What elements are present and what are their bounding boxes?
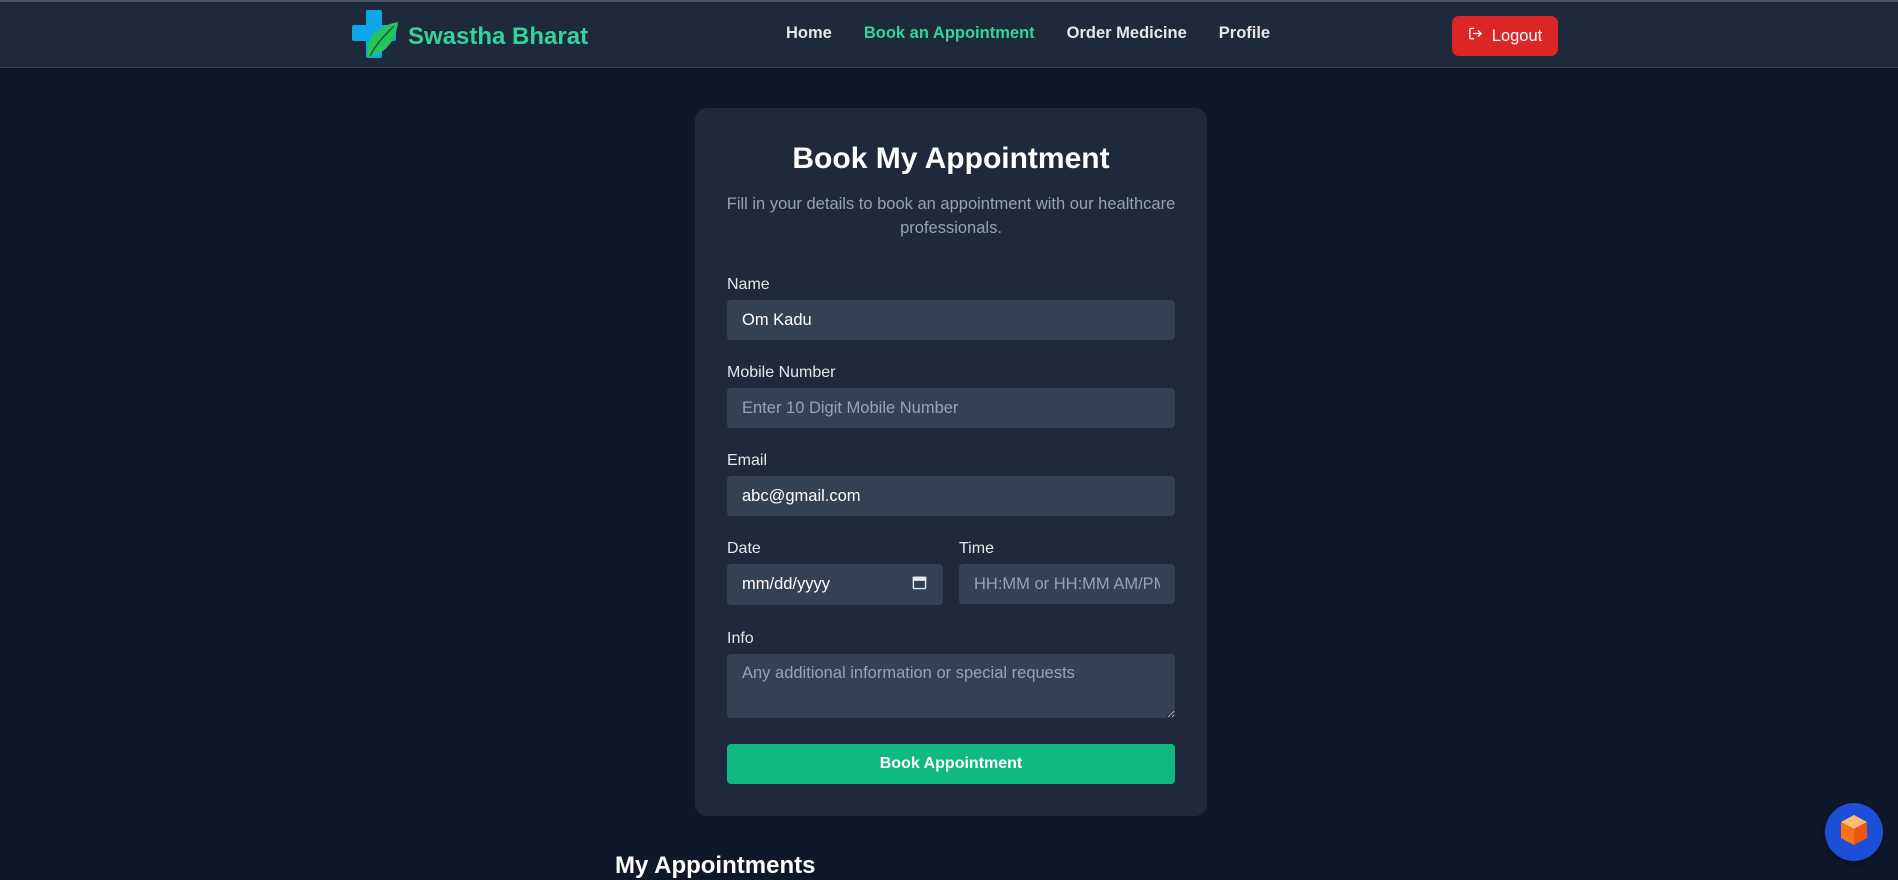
brand-name: Swastha Bharat [408,23,589,50]
form-title: Book My Appointment [792,142,1110,175]
nav-link-order-medicine[interactable]: Order Medicine [1067,24,1187,43]
logout-button[interactable]: Logout [1452,16,1558,56]
assistant-button[interactable] [1825,803,1883,861]
mobile-input[interactable] [727,388,1175,428]
name-input[interactable] [727,300,1175,340]
name-label: Name [727,276,770,293]
nav-link-home[interactable]: Home [786,24,832,43]
book-appointment-button[interactable]: Book Appointment [727,744,1175,784]
calendar-icon[interactable] [912,575,927,595]
brand[interactable]: Swastha Bharat [352,9,589,65]
date-placeholder: mm/dd/yyyy [742,575,831,593]
date-input[interactable]: mm/dd/yyyy [727,564,943,605]
nav-link-book-appointment[interactable]: Book an Appointment [864,24,1035,43]
info-textarea[interactable] [727,654,1175,718]
logout-label: Logout [1491,26,1543,45]
date-label: Date [727,540,761,557]
cube-icon [1839,813,1869,852]
time-input[interactable] [959,564,1175,604]
info-label: Info [727,630,754,647]
form-subtitle: Fill in your details to book an appointm… [726,195,1176,237]
mobile-label: Mobile Number [727,364,836,381]
medical-cross-leaf-icon [352,9,400,65]
nav-link-profile[interactable]: Profile [1219,24,1270,43]
logout-icon [1468,26,1492,46]
email-label: Email [727,452,768,469]
navbar: Swastha Bharat Home Book an Appointment … [0,2,1898,68]
time-label: Time [959,540,994,557]
email-input[interactable] [727,476,1175,516]
appointment-form-card: Book My Appointment Fill in your details… [695,108,1207,816]
nav-links: Home Book an Appointment Order Medicine … [786,24,1270,43]
